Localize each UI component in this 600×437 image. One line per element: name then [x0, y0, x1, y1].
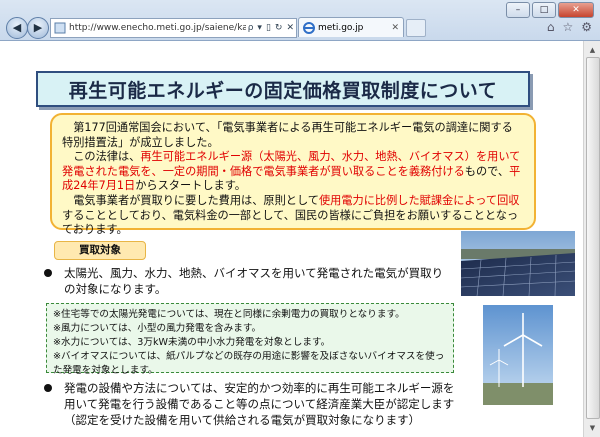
notice-p1: 第177回通常国会において、「電気事業者による再生可能エネルギー電気の調達に関す…	[62, 121, 513, 149]
dropdown-icon[interactable]: ▾	[255, 23, 264, 33]
close-tab-icon[interactable]: ✕	[391, 23, 399, 33]
tab-title: meti.go.jp	[318, 22, 364, 33]
new-tab-button[interactable]	[406, 19, 426, 37]
refresh-icon[interactable]: ↻	[273, 23, 285, 33]
gear-icon[interactable]: ⚙	[581, 20, 592, 34]
scroll-down-icon[interactable]: ▼	[586, 421, 599, 435]
bullet-target: 太陽光、風力、水力、地熱、バイオマスを用いて発電された電気が買取りの対象になりま…	[44, 265, 444, 297]
page-title: 再生可能エネルギーの固定価格買取制度について	[36, 71, 530, 107]
window-controls: – □ ✕	[506, 2, 594, 18]
compat-icon[interactable]: ▯	[264, 23, 273, 33]
address-url: http://www.enecho.meti.go.jp/saiene/kait…	[69, 23, 246, 33]
minimize-button[interactable]: –	[506, 2, 530, 18]
back-button[interactable]: ◀	[6, 17, 28, 39]
bullet-dot	[44, 384, 52, 392]
browser-toolbar: – □ ✕ ◀ ▶ http://www.enecho.meti.go.jp/s…	[0, 0, 600, 41]
scrollbar-thumb[interactable]	[586, 57, 600, 419]
bullet-text: 太陽光、風力、水力、地熱、バイオマスを用いて発電された電気が買取りの対象になりま…	[64, 266, 444, 296]
favorites-icon[interactable]: ☆	[562, 20, 573, 34]
stop-icon[interactable]: ✕	[284, 23, 296, 33]
notes-box: ※住宅等での太陽光発電については、現在と同様に余剰電力の買取りとなります。 ※風…	[46, 303, 454, 376]
address-bar[interactable]: http://www.enecho.meti.go.jp/saiene/kait…	[50, 18, 297, 38]
bullet-dot	[44, 269, 52, 277]
home-icon[interactable]: ⌂	[547, 20, 555, 34]
solar-panel-photo	[461, 231, 575, 296]
note-item: ※バイオマスについては、紙パルプなどの既存の用途に影響を及ぼさないバイオマスを使…	[53, 351, 445, 376]
notice-box: 第177回通常国会において、「電気事業者による再生可能エネルギー電気の調達に関す…	[50, 113, 536, 236]
note-item: ※風力については、小型の風力発電を含みます。	[53, 323, 262, 334]
scroll-up-icon[interactable]: ▲	[586, 43, 599, 57]
ie-icon	[303, 21, 315, 34]
search-icon[interactable]: ρ	[246, 23, 256, 33]
vertical-scrollbar[interactable]: ▲ ▼	[583, 41, 600, 437]
note-item: ※水力については、3万kW未満の中小水力発電を対象とします。	[53, 337, 331, 348]
maximize-button[interactable]: □	[532, 2, 556, 18]
bullet-certification: 発電の設備や方法については、安定的かつ効率的に再生可能エネルギー源を用いて発電を…	[44, 380, 464, 428]
target-label: 買取対象	[54, 241, 146, 260]
close-window-button[interactable]: ✕	[558, 2, 594, 18]
forward-button[interactable]: ▶	[27, 17, 49, 39]
note-item: ※住宅等での太陽光発電については、現在と同様に余剰電力の買取りとなります。	[53, 309, 405, 320]
notice-p3: 電気事業者が買取りに要した費用は、原則として使用電力に比例した賦課金によって回収…	[62, 193, 520, 237]
page-viewport: 再生可能エネルギーの固定価格買取制度について 第177回通常国会において、「電気…	[0, 41, 583, 437]
notice-p2: この法律は、再生可能エネルギー源（太陽光、風力、水力、地熱、バイオマス）を用いて…	[62, 150, 521, 193]
tab-meti[interactable]: meti.go.jp ✕	[298, 17, 404, 37]
wind-turbine-photo	[483, 305, 553, 405]
bullet-text: 発電の設備や方法については、安定的かつ効率的に再生可能エネルギー源を用いて発電を…	[64, 381, 455, 427]
page-icon	[54, 22, 66, 34]
toolbar-icons: ⌂ ☆ ⚙	[547, 20, 592, 34]
